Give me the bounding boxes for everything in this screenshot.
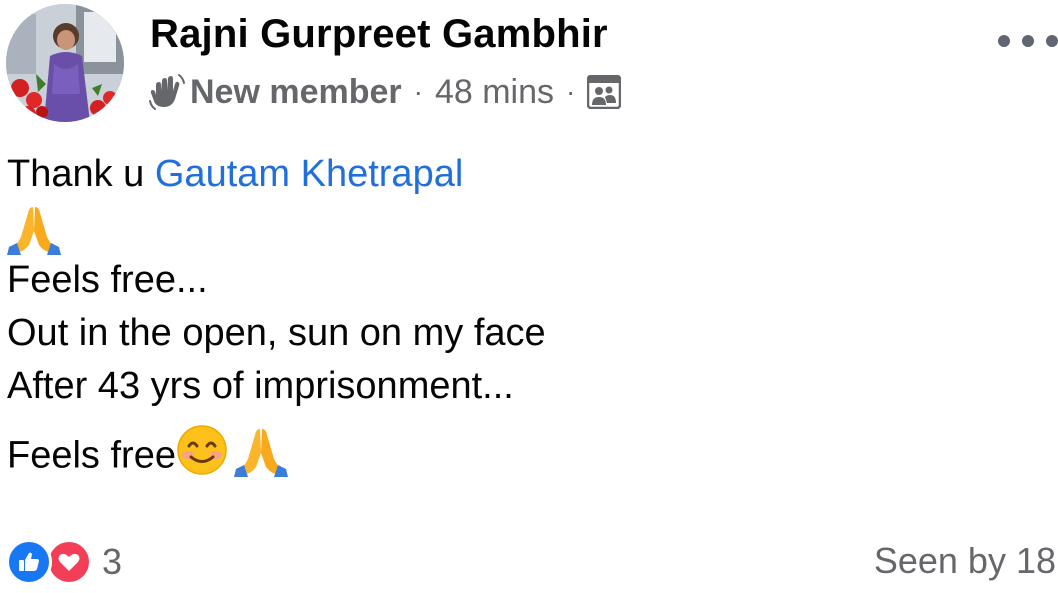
separator-dot: · (566, 76, 576, 107)
waving-hand-icon (148, 73, 186, 111)
mention-link[interactable]: Gautam Khetrapal (155, 153, 463, 195)
post-time[interactable]: 48 mins (435, 73, 554, 112)
post-text: Thank u (7, 153, 155, 195)
love-icon (46, 539, 92, 585)
avatar[interactable] (6, 4, 124, 122)
post-meta: New member · 48 mins · (148, 70, 622, 114)
post-body: Thank u Gautam Khetrapal Feels free... O… (7, 148, 546, 492)
seen-by-count[interactable]: Seen by 18 (874, 540, 1056, 582)
smiling-face-emoji (176, 424, 228, 491)
more-options-button[interactable] (998, 26, 1058, 56)
ellipsis-icon (1022, 35, 1034, 47)
avatar-photo (6, 4, 124, 122)
member-badge: New member (190, 72, 402, 111)
reaction-count: 3 (102, 541, 123, 582)
author-name[interactable]: Rajni Gurpreet Gambhir (150, 12, 608, 57)
like-icon (6, 539, 52, 585)
ellipsis-icon (1046, 35, 1058, 47)
post-text: Feels free (7, 434, 176, 477)
folded-hands-emoji (233, 423, 288, 492)
post-line: Feels free (7, 423, 546, 492)
post-line: Feels free... (7, 259, 208, 301)
group-members-icon[interactable] (587, 74, 622, 110)
separator-dot: · (413, 76, 423, 107)
ellipsis-icon (998, 35, 1010, 47)
post-line (7, 201, 546, 255)
post-line: Thank u Gautam Khetrapal (7, 148, 546, 201)
post-line: After 43 yrs of imprisonment... (7, 365, 514, 407)
reactions-summary[interactable]: 3 (6, 538, 122, 586)
post-line: Out in the open, sun on my face (7, 312, 546, 354)
group-post: Rajni Gurpreet Gambhir New member · 48 m… (0, 0, 1058, 593)
